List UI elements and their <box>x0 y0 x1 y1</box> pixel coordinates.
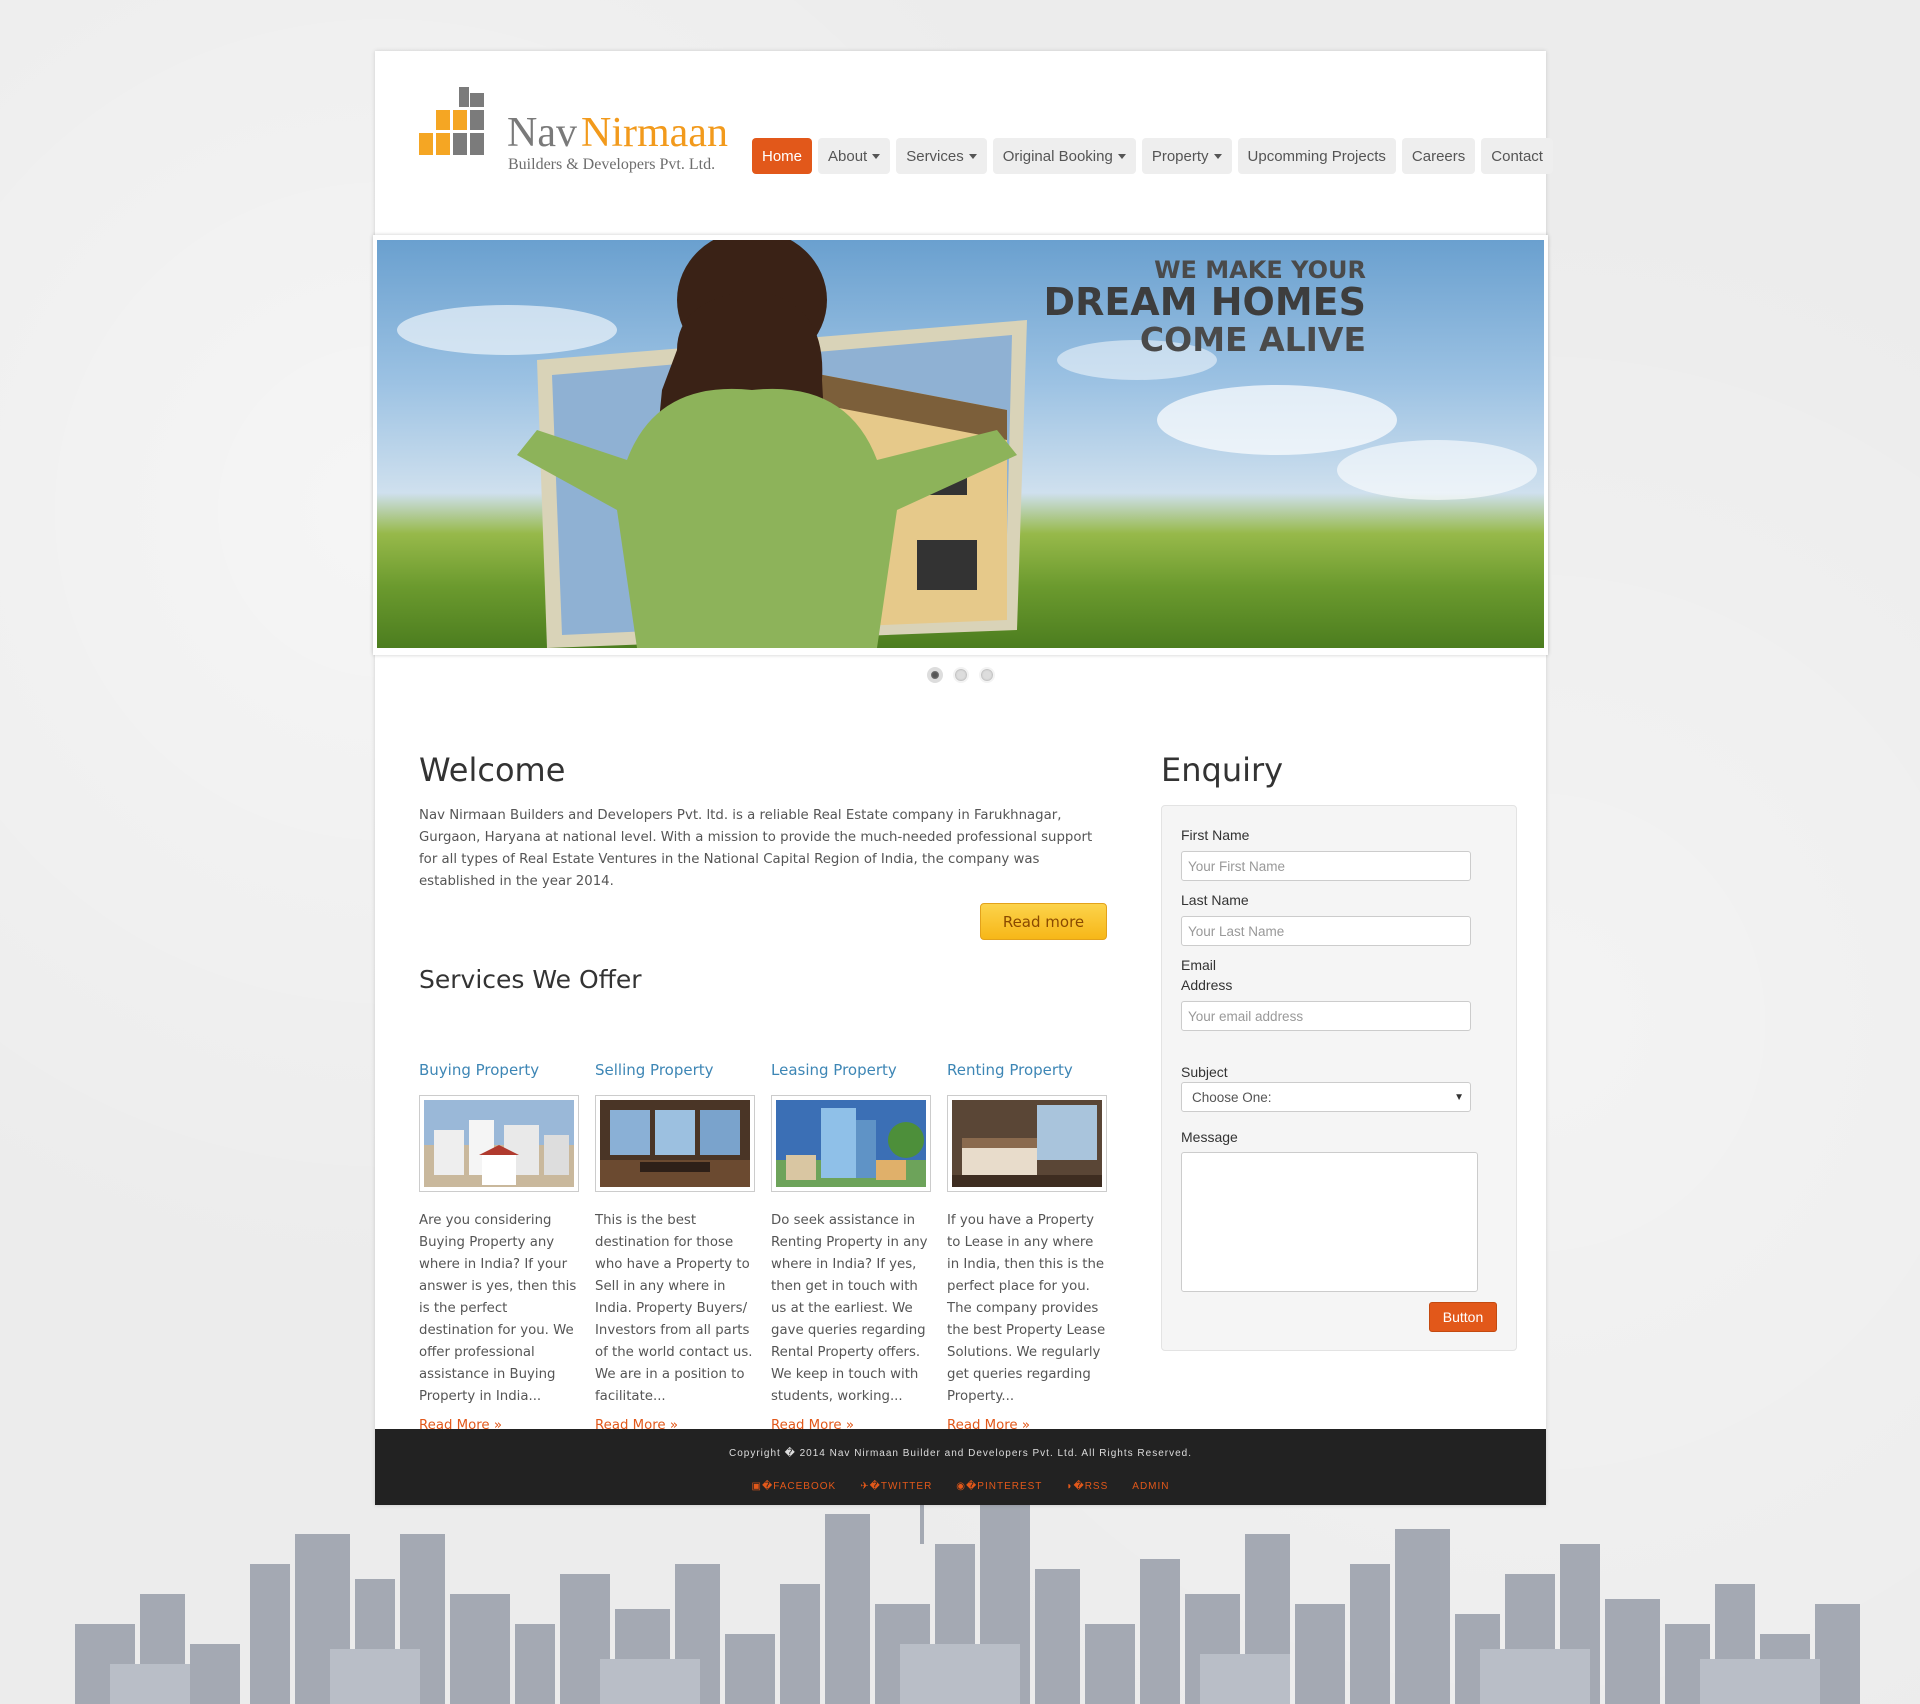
rss-link[interactable]: ◗�RSS <box>1066 1481 1108 1492</box>
main-nav: Home About Services Original Booking Pro… <box>752 138 1553 174</box>
pinterest-link[interactable]: ◉�PINTEREST <box>956 1481 1042 1492</box>
page-container: Nav Nirmaan Builders & Developers Pvt. L… <box>373 51 1553 1505</box>
submit-button[interactable]: Button <box>1429 1302 1497 1332</box>
nav-label: Property <box>1151 147 1209 165</box>
subject-selected-value: Choose One: <box>1192 1089 1272 1105</box>
hero-illustration <box>397 240 1537 648</box>
hero-slider: WE MAKE YOUR DREAM HOMES COME ALIVE <box>373 235 1548 655</box>
message-label: Message <box>1181 1129 1238 1145</box>
nav-item-original-booking[interactable]: Original Booking <box>992 138 1136 174</box>
logo-name-part1: Nav <box>507 110 577 156</box>
logo-blocks-icon <box>419 87 484 155</box>
hero-line3: COME ALIVE <box>1139 320 1366 360</box>
email-label-line2: Address <box>1181 977 1233 993</box>
service-title-link[interactable]: Selling Property <box>595 1061 755 1079</box>
service-title-link[interactable]: Renting Property <box>947 1061 1107 1079</box>
service-title-link[interactable]: Buying Property <box>419 1061 579 1079</box>
nav-label: Careers <box>1411 147 1466 165</box>
site-logo[interactable]: Nav Nirmaan Builders & Developers Pvt. L… <box>419 81 728 181</box>
service-card-leasing: Leasing Property Do seek assistance in R… <box>771 1061 931 1433</box>
subject-label: Subject <box>1181 1064 1228 1080</box>
nav-item-home[interactable]: Home <box>752 138 813 174</box>
service-card-buying: Buying Property Are you considering Buyi… <box>419 1061 579 1433</box>
twitter-label: �TWITTER <box>869 1481 933 1492</box>
nav-item-upcoming-projects[interactable]: Upcomming Projects <box>1237 138 1396 174</box>
nav-item-about[interactable]: About <box>818 138 891 174</box>
social-links: ▣�FACEBOOK ✈�TWITTER ◉�PINTEREST ◗�RSS A… <box>375 1481 1546 1492</box>
nav-item-careers[interactable]: Careers <box>1401 138 1476 174</box>
service-image-selling[interactable] <box>595 1095 755 1192</box>
services-title: Services We Offer <box>419 965 642 994</box>
copyright-text: Copyright � 2014 Nav Nirmaan Builder and… <box>729 1448 1192 1459</box>
enquiry-title: Enquiry <box>1161 751 1284 789</box>
tower-photo-icon <box>776 1100 926 1187</box>
service-card-selling: Selling Property This is the best destin… <box>595 1061 755 1433</box>
service-image-buying[interactable] <box>419 1095 579 1192</box>
slider-dot-2[interactable] <box>953 667 969 683</box>
nav-label: Services <box>906 147 964 165</box>
city-skyline-background <box>75 1474 1860 1704</box>
site-footer: Copyright � 2014 Nav Nirmaan Builder and… <box>375 1429 1546 1505</box>
last-name-field[interactable]: Your Last Name <box>1181 916 1471 946</box>
service-description: This is the best destination for those w… <box>595 1213 753 1404</box>
bedroom-photo-icon <box>952 1100 1102 1187</box>
nav-label: Home <box>762 147 803 165</box>
admin-link[interactable]: ADMIN <box>1132 1481 1169 1492</box>
welcome-title: Welcome <box>419 751 566 789</box>
service-image-renting[interactable] <box>947 1095 1107 1192</box>
nav-label: Original Booking <box>1002 147 1113 165</box>
hero-headline: WE MAKE YOUR DREAM HOMES COME ALIVE <box>1043 257 1366 360</box>
service-description: If you have a Property to Lease in any w… <box>947 1213 1106 1404</box>
read-more-button[interactable]: Read more <box>980 903 1107 940</box>
subject-select[interactable]: Choose One: ▼ <box>1181 1082 1471 1112</box>
service-image-leasing[interactable] <box>771 1095 931 1192</box>
first-name-field[interactable]: Your First Name <box>1181 851 1471 881</box>
caret-down-icon <box>872 153 881 159</box>
nav-label: Contact <box>1491 147 1543 165</box>
nav-item-contact[interactable]: Contact <box>1481 138 1553 174</box>
twitter-link[interactable]: ✈�TWITTER <box>860 1481 932 1492</box>
facebook-label: �FACEBOOK <box>761 1481 837 1492</box>
rss-label: �RSS <box>1073 1481 1109 1492</box>
building-photo-icon <box>424 1100 574 1187</box>
hero-slide-image: WE MAKE YOUR DREAM HOMES COME ALIVE <box>377 240 1544 648</box>
facebook-link[interactable]: ▣�FACEBOOK <box>751 1481 836 1492</box>
interior-photo-icon <box>600 1100 750 1187</box>
nav-item-services[interactable]: Services <box>896 138 987 174</box>
slider-dot-1[interactable] <box>927 667 943 683</box>
message-textarea[interactable] <box>1181 1152 1478 1292</box>
email-label-line1: Email <box>1181 957 1217 973</box>
select-arrow-icon: ▼ <box>1454 1091 1464 1103</box>
slider-pagination <box>927 667 995 683</box>
hero-line2: DREAM HOMES <box>1043 280 1366 325</box>
last-name-label: Last Name <box>1181 892 1249 908</box>
service-description: Are you considering Buying Property any … <box>419 1213 577 1404</box>
logo-name-part2: Nirmaan <box>581 110 728 156</box>
nav-label: Upcomming Projects <box>1247 147 1386 165</box>
email-field[interactable]: Your email address <box>1181 1001 1471 1031</box>
slider-dot-3[interactable] <box>979 667 995 683</box>
caret-down-icon <box>968 153 977 159</box>
logo-subtitle: Builders & Developers Pvt. Ltd. <box>508 156 716 173</box>
nav-label: About <box>828 147 868 165</box>
service-card-renting: Renting Property If you have a Property … <box>947 1061 1107 1433</box>
caret-down-icon <box>1117 153 1126 159</box>
pinterest-label: �PINTEREST <box>966 1481 1043 1492</box>
nav-item-property[interactable]: Property <box>1141 138 1232 174</box>
caret-down-icon <box>1213 153 1222 159</box>
first-name-label: First Name <box>1181 827 1250 843</box>
service-description: Do seek assistance in Renting Property i… <box>771 1213 928 1404</box>
welcome-text: Nav Nirmaan Builders and Developers Pvt.… <box>419 808 1093 889</box>
service-title-link[interactable]: Leasing Property <box>771 1061 931 1079</box>
enquiry-form: First Name Your First Name Last Name You… <box>1161 805 1517 1351</box>
